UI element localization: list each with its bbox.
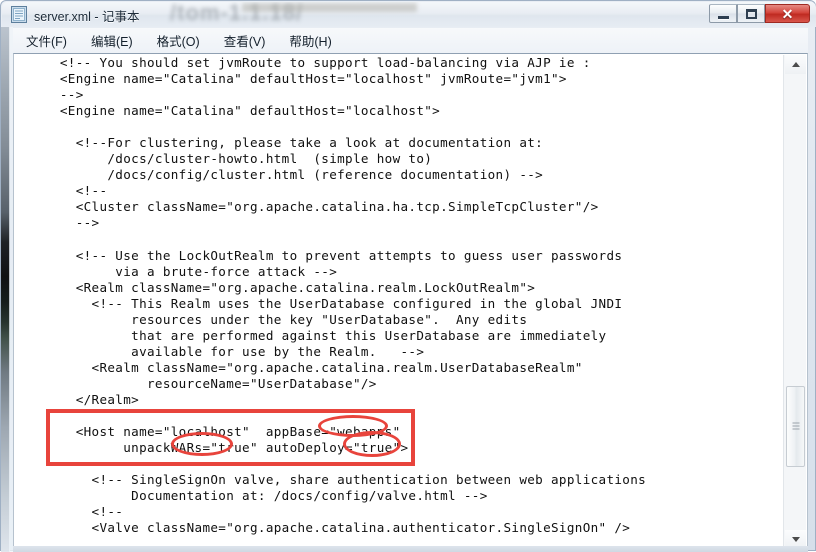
maximize-button[interactable] xyxy=(737,4,765,23)
code-line: available for use by the Realm. --> xyxy=(44,343,425,359)
code-line: <!-- Use the LockOutRealm to prevent att… xyxy=(44,247,623,263)
code-line: --> xyxy=(44,87,84,103)
window-bottom-strip xyxy=(13,546,808,552)
close-icon: ✕ xyxy=(781,5,794,22)
code-line: <!-- xyxy=(44,504,124,520)
code-line: <!-- This Realm uses the UserDatabase co… xyxy=(44,295,623,311)
code-line: /docs/config/cluster.html (reference doc… xyxy=(44,167,544,183)
menu-item-file[interactable]: 文件(F) xyxy=(23,30,70,51)
minimize-button[interactable] xyxy=(709,4,737,23)
notepad-icon xyxy=(11,6,27,23)
scroll-thumb[interactable] xyxy=(786,386,805,467)
code-line: that are performed against this UserData… xyxy=(44,327,607,343)
notepad-window: /tom-1.1.18/ server.xml - 记事本 ✕ 文件(F) 编辑… xyxy=(0,0,816,552)
code-line: /docs/cluster-howto.html (simple how to) xyxy=(44,151,433,167)
code-line: unpackWARs="true" autoDeploy="true"> xyxy=(44,440,409,456)
vertical-scrollbar[interactable] xyxy=(783,55,806,548)
code-line: <Host name="localhost" appBase="webapps" xyxy=(44,424,401,440)
code-line: <!-- SingleSignOn valve, share authentic… xyxy=(44,472,647,488)
code-line: <!--For clustering, please take a look a… xyxy=(44,135,544,151)
menu-item-edit[interactable]: 编辑(E) xyxy=(88,30,136,51)
menu-bar: 文件(F) 编辑(E) 格式(O) 查看(V) 帮助(H) xyxy=(13,28,808,53)
title-bar: /tom-1.1.18/ server.xml - 记事本 ✕ xyxy=(2,2,816,27)
minimize-icon xyxy=(717,16,729,19)
code-line: <Realm className="org.apache.catalina.re… xyxy=(44,279,536,295)
code-line: <Engine name="Catalina" defaultHost="loc… xyxy=(44,103,441,119)
chevron-down-icon xyxy=(791,537,800,542)
editor-client-area: <!-- You should set jvmRoute to support … xyxy=(13,53,808,549)
scroll-up-button[interactable] xyxy=(785,55,806,74)
code-line: <!-- xyxy=(44,183,108,199)
maximize-icon xyxy=(745,8,757,19)
code-line: <Valve className="org.apache.catalina.au… xyxy=(44,520,631,536)
code-line: <!-- You should set jvmRoute to support … xyxy=(44,55,591,70)
text-editor[interactable]: <!-- You should set jvmRoute to support … xyxy=(14,54,784,548)
window-title: server.xml - 记事本 xyxy=(34,10,140,24)
code-line: <Realm className="org.apache.catalina.re… xyxy=(44,359,583,375)
menu-item-help[interactable]: 帮助(H) xyxy=(286,30,334,51)
code-line: </Realm> xyxy=(44,391,140,407)
code-line: Documentation at: /docs/config/valve.htm… xyxy=(44,488,488,504)
code-line: resources under the key "UserDatabase". … xyxy=(44,311,528,327)
document-text: <!-- You should set jvmRoute to support … xyxy=(44,55,646,536)
code-line: <Engine name="Catalina" defaultHost="loc… xyxy=(44,71,567,87)
code-line: --> xyxy=(44,215,100,231)
code-line: via a brute-force attack --> xyxy=(44,263,338,279)
title-ghost-smear xyxy=(242,3,417,12)
chevron-up-icon xyxy=(791,62,800,67)
code-line: <Cluster className="org.apache.catalina.… xyxy=(44,199,599,215)
code-line: resourceName="UserDatabase"/> xyxy=(44,375,377,391)
menu-item-format[interactable]: 格式(O) xyxy=(154,30,203,51)
scroll-grip-icon xyxy=(792,422,799,431)
menu-item-view[interactable]: 查看(V) xyxy=(221,30,269,51)
close-button[interactable]: ✕ xyxy=(765,4,810,23)
